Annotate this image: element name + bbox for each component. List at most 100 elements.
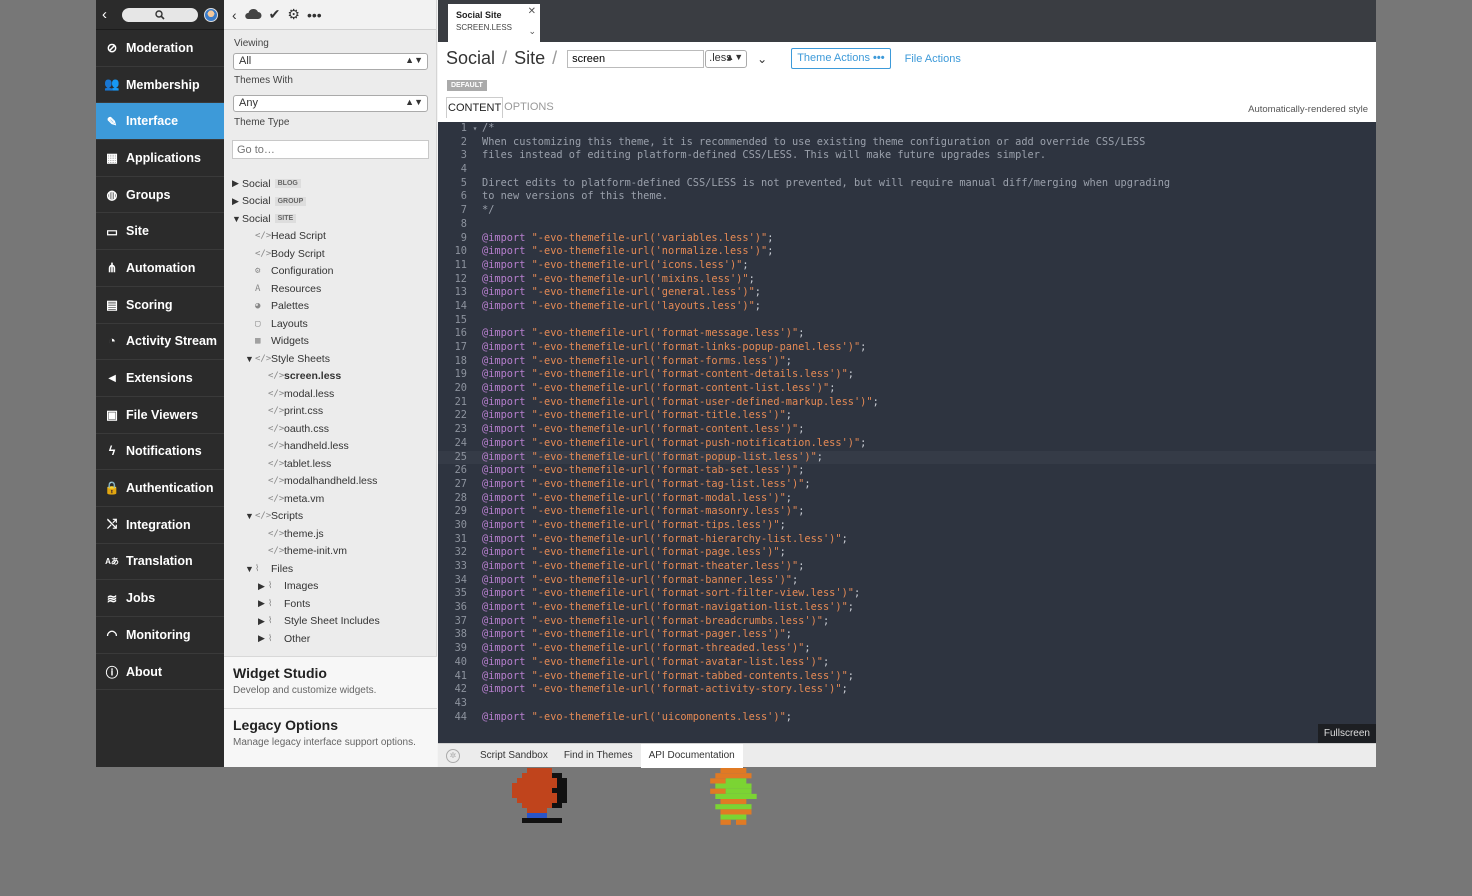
tree-item[interactable]: ▼ </> Style Sheets — [224, 350, 436, 368]
tree-item[interactable]: A Resources — [224, 280, 436, 298]
themes-with-select[interactable]: Any ▲▼ — [233, 95, 428, 112]
fold-icon[interactable]: ▾ — [468, 122, 482, 136]
file-tab-path: SCREEN.LESS — [456, 23, 513, 32]
tree-item[interactable]: </> Body Script — [224, 245, 436, 263]
line-number: 16 — [454, 327, 467, 340]
expand-icon[interactable]: ▶ — [258, 598, 268, 609]
tree-item-label: print.css — [284, 405, 324, 418]
tab-content[interactable]: CONTENT — [446, 97, 504, 118]
sidebar-item-activity-stream[interactable]: ◔ Activity Stream — [96, 324, 224, 361]
sidebar-item-jobs[interactable]: ≋ Jobs — [96, 580, 224, 617]
breadcrumb-type[interactable]: Site — [514, 48, 545, 68]
collapse-icon[interactable]: ▼ — [232, 214, 242, 224]
tree-item[interactable]: ▦ Widgets — [224, 333, 436, 351]
tree-item[interactable]: </> modal.less — [224, 385, 436, 403]
tree-item[interactable]: </> oauth.css — [224, 420, 436, 438]
sidebar-item-site[interactable]: ▭ Site — [96, 213, 224, 251]
collapse-icon[interactable]: ▼ — [245, 354, 255, 364]
legacy-options-section[interactable]: Legacy Options Manage legacy interface s… — [224, 708, 437, 767]
fullscreen-button[interactable]: Fullscreen — [1317, 724, 1376, 743]
tree-item[interactable]: </> Head Script — [224, 228, 436, 246]
search-button[interactable] — [122, 7, 198, 22]
file-tab[interactable]: Social Site SCREEN.LESS ✕ ⌄ — [448, 4, 540, 42]
widget-studio-section[interactable]: Widget Studio Develop and customize widg… — [224, 656, 437, 708]
check-icon[interactable]: ✔ — [269, 6, 281, 23]
code-line: 5 Direct edits to platform-defined CSS/LE… — [438, 177, 1376, 191]
tree-item[interactable]: </> tablet.less — [224, 455, 436, 473]
expand-icon[interactable]: ▶ — [258, 633, 268, 644]
tree-item[interactable]: </> handheld.less — [224, 438, 436, 456]
sidebar-item-about[interactable]: ⓘ About — [96, 654, 224, 691]
line-number: 14 — [454, 299, 467, 312]
viewing-select[interactable]: All ▲▼ — [233, 53, 428, 70]
expand-icon[interactable]: ▶ — [258, 581, 268, 592]
fold-gutter — [468, 560, 482, 574]
sidebar-item-authentication[interactable]: 🔒 Authentication — [96, 470, 224, 507]
close-icon[interactable]: ✕ — [528, 6, 536, 17]
tree-item[interactable]: ▶ ⌇ Images — [224, 578, 436, 596]
sidebar-item-moderation[interactable]: ⊘ Moderation — [96, 30, 224, 67]
sidebar-item-file-viewers[interactable]: ▣ File Viewers — [96, 397, 224, 434]
sidebar-item-integration[interactable]: ⤭ Integration — [96, 507, 224, 544]
tree-item[interactable]: ▢ Layouts — [224, 315, 436, 333]
tab-options[interactable]: OPTIONS — [503, 97, 555, 118]
filename-input[interactable] — [567, 49, 705, 68]
sidebar-item-extensions[interactable]: ◄ Extensions — [96, 360, 224, 397]
tree-item[interactable]: ▼ ⌇ Files — [224, 560, 436, 578]
sidebar-item-automation[interactable]: ⋔ Automation — [96, 250, 224, 287]
tree-item[interactable]: </> modalhandheld.less — [224, 473, 436, 491]
tree-item[interactable]: </> screen.less — [224, 368, 436, 386]
sidebar-item-interface[interactable]: ✎ Interface — [96, 103, 224, 141]
cloud-icon[interactable] — [244, 7, 262, 23]
gear-icon[interactable]: ⚙ — [287, 6, 300, 23]
line-number: 27 — [454, 477, 467, 490]
theme-actions-button[interactable]: Theme Actions ••• — [791, 48, 891, 69]
breadcrumb-theme[interactable]: Social — [446, 48, 495, 68]
legacy-options-subtitle: Manage legacy interface support options. — [233, 737, 416, 748]
sidebar-item-membership[interactable]: 👥 Membership — [96, 67, 224, 104]
file-actions-button[interactable]: File Actions — [905, 53, 961, 65]
back-icon[interactable]: ‹ — [102, 6, 116, 23]
pin-icon[interactable]: ✲ — [446, 748, 460, 763]
tree-item-label: Social — [242, 212, 271, 225]
tree-item[interactable]: ▶ Social GROUP — [224, 193, 436, 211]
more-icon: ••• — [873, 52, 885, 64]
back-icon[interactable]: ‹ — [232, 7, 237, 23]
sidebar-item-scoring[interactable]: ▤ Scoring — [96, 287, 224, 324]
tree-item[interactable]: </> meta.vm — [224, 490, 436, 508]
goto-input[interactable] — [232, 140, 429, 159]
sidebar-item-groups[interactable]: ◍ Groups — [96, 177, 224, 214]
tree-item[interactable]: ◕ Palettes — [224, 298, 436, 316]
tree-item[interactable]: ▼ Social SITE — [224, 210, 436, 228]
tree-item[interactable]: ▶ Social BLOG — [224, 175, 436, 193]
tree-item[interactable]: ▶ ⌇ Fonts — [224, 595, 436, 613]
sidebar-item-monitoring[interactable]: ◠ Monitoring — [96, 617, 224, 654]
sidebar-item-applications[interactable]: ▦ Applications — [96, 140, 224, 177]
tree-item[interactable]: </> print.css — [224, 403, 436, 421]
more-icon[interactable]: ••• — [307, 7, 322, 23]
tree-item[interactable]: ▶ ⌇ Other — [224, 630, 436, 648]
tree-item[interactable]: ⚙ Configuration — [224, 263, 436, 281]
collapse-icon[interactable]: ▼ — [245, 511, 255, 521]
tree-item[interactable]: </> theme.js — [224, 525, 436, 543]
bottom-tab-script-sandbox[interactable]: Script Sandbox — [472, 744, 556, 768]
collapse-icon[interactable]: ▼ — [245, 564, 255, 574]
breadcrumb: Social / Site / — [446, 48, 559, 69]
expand-icon[interactable]: ▶ — [258, 616, 268, 627]
expand-icon[interactable]: ▶ — [232, 196, 242, 207]
code-line: 12 @import "-evo-themefile-url('mixins.le… — [438, 273, 1376, 287]
bottom-tab-find-in-themes[interactable]: Find in Themes — [556, 744, 641, 768]
chevron-down-icon[interactable]: ⌄ — [757, 52, 767, 66]
tree-item[interactable]: ▶ ⌇ Style Sheet Includes — [224, 613, 436, 631]
expand-icon[interactable]: ▶ — [232, 178, 242, 189]
code-text: @import "-evo-themefile-url('variables.l… — [482, 231, 774, 244]
tree-item[interactable]: ▼ </> Scripts — [224, 508, 436, 526]
bottom-tab-api-documentation[interactable]: API Documentation — [640, 743, 743, 768]
chevron-down-icon[interactable]: ⌄ — [528, 26, 536, 37]
sidebar-item-notifications[interactable]: ϟ Notifications — [96, 434, 224, 471]
code-editor[interactable]: 1 ▾/* 2 When customizing this theme, it is … — [438, 122, 1376, 743]
sidebar-item-translation[interactable]: Aあ Translation — [96, 544, 224, 581]
avatar[interactable] — [204, 7, 218, 22]
extension-select[interactable]: .less ▲▼ — [705, 49, 748, 68]
tree-item[interactable]: </> theme-init.vm — [224, 543, 436, 561]
